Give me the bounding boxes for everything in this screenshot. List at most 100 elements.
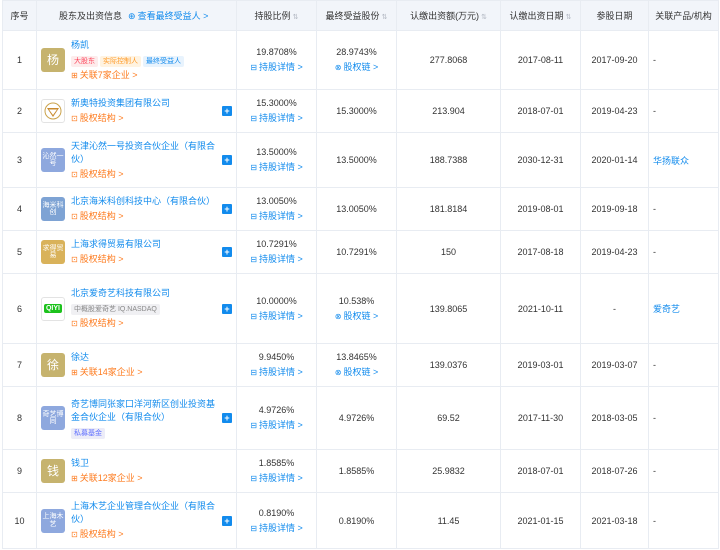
holding-detail-link[interactable]: ⊟ 持股详情 > [237, 309, 316, 322]
equity-chain-label: 股权链 > [343, 62, 379, 72]
related-product-cell: - [648, 492, 719, 549]
expand-plus-icon[interactable]: + [222, 247, 232, 257]
final-ratio-cell: 4.9726% [316, 386, 397, 450]
subscription-date-cell: 2017-11-30 [500, 386, 581, 450]
equity-chain-label: 股权链 > [343, 367, 379, 377]
ratio-cell: 15.3000% ⊟ 持股详情 > [236, 89, 317, 133]
holder-logo: 沁然一号 [41, 148, 65, 172]
holder-tag: 实际控制人 [100, 55, 141, 67]
header-date-label: 认缴出资日期 [509, 11, 564, 21]
header-ratio[interactable]: 持股比例 ⇅ [236, 0, 317, 31]
equity-structure-link[interactable]: ⊡ 股权结构 > [71, 253, 222, 266]
holder-name-link[interactable]: 新奥特投资集团有限公司 [71, 97, 222, 110]
amount-cell: 11.45 [396, 492, 501, 549]
join-date-cell: 2018-07-26 [580, 449, 649, 493]
holding-detail-label: 持股详情 > [258, 254, 303, 264]
holding-detail-link[interactable]: ⊟ 持股详情 > [237, 365, 316, 378]
final-ratio-cell: 10.538% ⊗ 股权链 > [316, 273, 397, 344]
header-date[interactable]: 认缴出资日期 ⇅ [500, 0, 581, 31]
shareholder-table: 序号 股东及出资信息 ⊕ 查看最终受益人 > 持股比例 ⇅ 最终受益股份 ⇅ 认缴出资额… [2, 0, 719, 549]
expand-plus-icon[interactable]: + [222, 413, 232, 423]
expand-plus-icon[interactable]: + [222, 515, 232, 526]
holding-detail-link[interactable]: ⊟ 持股详情 > [237, 252, 316, 265]
header-join-date: 参股日期 [580, 0, 649, 31]
holding-detail-link[interactable]: ⊟ 持股详情 > [237, 209, 316, 222]
table-header-row: 序号 股东及出资信息 ⊕ 查看最终受益人 > 持股比例 ⇅ 最终受益股份 ⇅ 认缴出资额… [2, 0, 719, 31]
final-ratio-cell: 10.7291% [316, 230, 397, 274]
sublink-label: 股权结构 > [79, 211, 124, 221]
holder-text: 北京爱奇艺科技有限公司 中概股爱奇艺 IQ.NASDAQ ⊡ 股权结构 > [71, 287, 222, 330]
final-ratio-cell: 15.3000% [316, 89, 397, 133]
table-row: 6 QIYI 北京爱奇艺科技有限公司 中概股爱奇艺 IQ.NASDAQ ⊡ 股权结构 > +… [2, 273, 719, 344]
equity-structure-link[interactable]: ⊡ 股权结构 > [71, 112, 222, 125]
related-product-link[interactable]: 华扬联众 [648, 132, 719, 188]
holding-detail-link[interactable]: ⊟ 持股详情 > [237, 60, 316, 73]
related-companies-link[interactable]: ⊞ 关联14家企业 > [71, 366, 222, 379]
header-amount-label: 认缴出资额(万元) [410, 11, 480, 21]
holder-info: 钱钱卫 ⊞ 关联12家企业 > [37, 453, 236, 489]
holder-logo: 杨 [41, 48, 65, 72]
holder-name-link[interactable]: 钱卫 [71, 457, 222, 470]
detail-icon: ⊟ [250, 255, 257, 264]
holder-name-link[interactable]: 杨凯 [71, 39, 222, 52]
holder-cell: 奇艺博同 奇艺博同张家口洋河新区创业投资基金合伙企业（有限合伙） 私募基金 + [36, 386, 237, 450]
holder-name-link[interactable]: 上海木艺企业管理合伙企业（有限合伙） [71, 500, 222, 526]
holding-detail-link[interactable]: ⊟ 持股详情 > [237, 471, 316, 484]
holder-cell: 杨杨凯 大股东 实际控制人 最终受益人 ⊞ 关联7家企业 > [36, 30, 237, 90]
equity-chain-link[interactable]: ⊗ 股权链 > [317, 365, 396, 378]
subscription-date-cell: 2018-07-01 [500, 89, 581, 133]
holding-detail-label: 持股详情 > [258, 162, 303, 172]
holder-name-link[interactable]: 奇艺博同张家口洋河新区创业投资基金合伙企业（有限合伙） [71, 398, 222, 424]
detail-icon: ⊟ [250, 523, 257, 533]
table-row: 1 杨杨凯 大股东 实际控制人 最终受益人 ⊞ 关联7家企业 > 19.8708% ⊟ 持股详情 … [2, 30, 719, 90]
holder-cell: 沁然一号 天津沁然一号投资合伙企业（有限合伙） ⊡ 股权结构 > + [36, 132, 237, 188]
amount-cell: 277.8068 [396, 30, 501, 90]
holder-info: 沁然一号 天津沁然一号投资合伙企业（有限合伙） ⊡ 股权结构 > + [37, 136, 236, 185]
join-date-cell: 2020-01-14 [580, 132, 649, 188]
holder-logo: 徐 [41, 353, 65, 377]
holding-detail-link[interactable]: ⊟ 持股详情 > [237, 160, 316, 173]
related-companies-link[interactable]: ⊞ 关联7家企业 > [71, 69, 222, 82]
final-ratio-cell: 0.8190% [316, 492, 397, 549]
holding-detail-label: 持股详情 > [258, 211, 303, 221]
equity-structure-icon: ⊡ [71, 212, 78, 221]
equity-chain-link[interactable]: ⊗ 股权链 > [317, 309, 396, 322]
holding-detail-link[interactable]: ⊟ 持股详情 > [237, 521, 316, 534]
equity-structure-link[interactable]: ⊡ 股权结构 > [71, 528, 222, 541]
holder-name-link[interactable]: 上海求得贸易有限公司 [71, 238, 222, 251]
header-final-ratio[interactable]: 最终受益股份 ⇅ [316, 0, 397, 31]
final-ratio-value: 15.3000% [336, 106, 377, 116]
equity-structure-link[interactable]: ⊡ 股权结构 > [71, 168, 222, 181]
amount-cell: 213.904 [396, 89, 501, 133]
view-beneficiary-link[interactable]: ⊕ 查看最终受益人 > [128, 11, 208, 21]
holding-detail-link[interactable]: ⊟ 持股详情 > [237, 418, 316, 431]
holder-name-link[interactable]: 北京海米科创科技中心（有限合伙） [71, 195, 222, 208]
subscription-date-cell: 2030-12-31 [500, 132, 581, 188]
holder-name-link[interactable]: 徐达 [71, 351, 222, 364]
sublink-label: 关联7家企业 > [79, 69, 138, 80]
equity-structure-link[interactable]: ⊡ 股权结构 > [71, 317, 222, 330]
expand-plus-icon[interactable]: + [222, 303, 232, 314]
row-seq: 8 [2, 386, 37, 450]
related-companies-icon: ⊞ [71, 70, 78, 80]
holding-detail-label: 持股详情 > [258, 522, 303, 533]
related-product-cell: - [648, 89, 719, 133]
ratio-value: 19.8708% [256, 47, 297, 57]
holding-detail-label: 持股详情 > [258, 62, 303, 72]
holding-detail-link[interactable]: ⊟ 持股详情 > [237, 111, 316, 124]
related-product-link[interactable]: 爱奇艺 [648, 273, 719, 344]
expand-plus-icon[interactable]: + [222, 155, 232, 165]
holder-text: 北京海米科创科技中心（有限合伙） ⊡ 股权结构 > [71, 195, 222, 223]
equity-chain-link[interactable]: ⊗ 股权链 > [317, 60, 396, 73]
equity-structure-link[interactable]: ⊡ 股权结构 > [71, 210, 222, 223]
holder-text: 奇艺博同张家口洋河新区创业投资基金合伙企业（有限合伙） 私募基金 [71, 398, 222, 439]
related-product-cell: - [648, 30, 719, 90]
expand-plus-icon[interactable]: + [222, 106, 232, 116]
holder-name-link[interactable]: 北京爱奇艺科技有限公司 [71, 287, 222, 300]
holding-detail-label: 持股详情 > [258, 473, 303, 483]
related-companies-link[interactable]: ⊞ 关联12家企业 > [71, 472, 222, 485]
header-amount[interactable]: 认缴出资额(万元) ⇅ [396, 0, 501, 31]
expand-plus-icon[interactable]: + [222, 204, 232, 214]
holder-name-link[interactable]: 天津沁然一号投资合伙企业（有限合伙） [71, 140, 222, 166]
join-date-cell: 2019-03-07 [580, 343, 649, 387]
